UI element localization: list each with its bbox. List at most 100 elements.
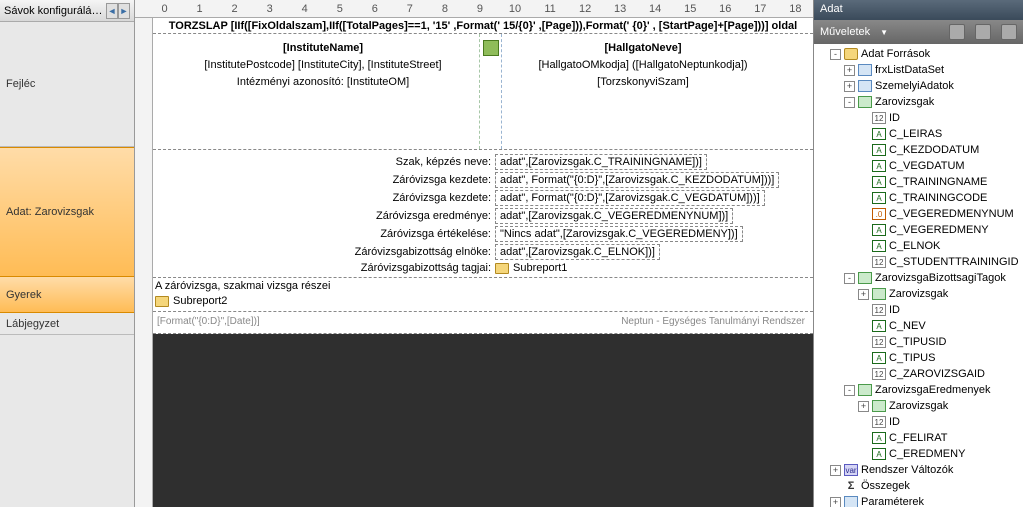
operations-menu[interactable]: Műveletek [820,26,870,38]
tree-node[interactable]: + Zarovizsgak [816,286,1021,302]
expand-icon[interactable]: + [830,465,841,476]
institute-om-field[interactable]: Intézményi azonosító: [InstituteOM] [163,74,483,91]
tree-node-label: C_TIPUSID [889,336,946,348]
tree-node[interactable]: •12ID [816,302,1021,318]
collapse-icon[interactable]: - [844,273,855,284]
toolbar-action-icon[interactable] [1001,24,1017,40]
student-block[interactable]: [HallgatoNeve] [HallgatoOMkodja] ([Hallg… [483,40,803,91]
ruler-tick: 11 [533,3,568,15]
tree-node[interactable]: •12ID [816,414,1021,430]
ruler-tick: 7 [392,3,427,15]
tree-node[interactable]: -Zarovizsgak [816,94,1021,110]
toolbar-action-icon[interactable] [975,24,991,40]
tree-node[interactable]: +varRendszer Változók [816,462,1021,478]
str-icon: A [872,240,886,252]
tree-node[interactable]: •AC_TRAININGNAME [816,174,1021,190]
tree-node[interactable]: -Adat Források [816,46,1021,62]
band-data[interactable]: Adat: Zarovizsgak [0,147,134,277]
ruler-tick: 16 [708,3,743,15]
tree-node[interactable]: •AC_VEGDATUM [816,158,1021,174]
tree-bullet-icon: • [858,449,869,460]
collapse-icon[interactable]: - [844,385,855,396]
footer-system-field[interactable]: Neptun - Egységes Tanulmányi Rendszer [621,316,805,327]
expand-icon[interactable]: + [858,401,869,412]
institute-name-field[interactable]: [InstituteName] [163,40,483,57]
expand-icon[interactable]: + [844,65,855,76]
tree-node[interactable]: •AC_ELNOK [816,238,1021,254]
expand-icon[interactable]: + [830,497,841,507]
tree-node[interactable]: •12C_STUDENTTRAININGID [816,254,1021,270]
data-field-row[interactable]: Záróvizsga kezdete: adat", Format("{0:D}… [353,190,765,206]
field-expression[interactable]: adat",[Zarovizsgak.C_VEGEREDMENYNUM])] [495,208,733,224]
band-child-label: Gyerek [6,289,41,301]
tree-node[interactable]: •AC_EREDMENY [816,446,1021,462]
data-field-row[interactable]: Záróvizsgabizottság tagjai:Subreport1 [353,262,567,274]
data-field-row[interactable]: Záróvizsga kezdete: adat", Format("{0:D}… [353,172,779,188]
band-footer-label: Lábjegyzet [6,318,59,330]
tree-node[interactable]: •ΣÖsszegek [816,478,1021,494]
subreport2[interactable]: Subreport2 [155,295,227,307]
collapse-icon[interactable]: - [830,49,841,60]
tree-node-label: C_KEZDODATUM [889,144,979,156]
arrow-left-icon[interactable]: ◄ [106,3,118,19]
band-child[interactable]: Gyerek [0,277,134,313]
data-field-row[interactable]: Záróvizsga értékelése:"Nincs adat",[Zaro… [353,226,743,242]
arrow-right-icon[interactable]: ► [118,3,130,19]
band-header[interactable]: Fejléc [0,22,134,147]
data-tree[interactable]: -Adat Források+frxListDataSet+SzemelyiAd… [814,44,1023,507]
data-field-row[interactable]: Szak, képzés neve: adat",[Zarovizsgak.C_… [353,154,707,170]
tree-node[interactable]: -ZarovizsgaEredmenyek [816,382,1021,398]
tree-node[interactable]: •12C_ZAROVIZSGAID [816,366,1021,382]
tree-node-label: Rendszer Változók [861,464,953,476]
tree-node[interactable]: +Zarovizsgak [816,398,1021,414]
toolbar-action-icon[interactable] [949,24,965,40]
field-expression[interactable]: "Nincs adat",[Zarovizsgak.C_VEGEREDMENY]… [495,226,743,242]
tree-node-label: Zarovizsgak [889,288,948,300]
data-field-row[interactable]: Záróvizsga eredménye: adat",[Zarovizsgak… [353,208,733,224]
report-page[interactable]: TORZSLAP [IIf([FixOldalszam],IIf([TotalP… [153,18,813,507]
tree-node[interactable]: •AC_NEV [816,318,1021,334]
ruler-vertical [135,18,153,507]
tree-node[interactable]: +frxListDataSet [816,62,1021,78]
tree-node[interactable]: •AC_LEIRAS [816,126,1021,142]
tree-node[interactable]: •12C_TIPUSID [816,334,1021,350]
student-regnum-field[interactable]: [TorzskonyviSzam] [483,74,803,91]
tree-node[interactable]: •12ID [816,110,1021,126]
collapse-icon[interactable]: - [844,97,855,108]
tree-bullet-icon: • [858,113,869,124]
footer-date-field[interactable]: [Format("{0:D}",[Date])] [157,316,260,327]
institute-address-field[interactable]: [InstitutePostcode] [InstituteCity], [In… [163,57,483,74]
tree-node[interactable]: +Paraméterek [816,494,1021,507]
tree-node[interactable]: •AC_FELIRAT [816,430,1021,446]
torzslap-field[interactable]: TORZSLAP [IIf([FixOldalszam],IIf([TotalP… [153,18,813,32]
institute-block[interactable]: [InstituteName] [InstitutePostcode] [Ins… [163,40,483,91]
expand-icon[interactable]: + [844,81,855,92]
ds-icon [858,96,872,108]
student-name-field[interactable]: [HallgatoNeve] [483,40,803,57]
field-expression[interactable]: adat", Format("{0:D}",[Zarovizsgak.C_KEZ… [495,172,779,188]
expand-icon[interactable]: + [858,289,869,300]
sum-icon: Σ [844,480,858,492]
data-field-row[interactable]: Záróvizsgabizottság elnöke: adat",[Zarov… [353,244,660,260]
tree-bullet-icon: • [858,209,869,220]
child-band-title-field[interactable]: A záróvizsga, szakmai vizsga részei [155,280,330,292]
tree-node[interactable]: •AC_TRAININGCODE [816,190,1021,206]
field-expression[interactable]: adat",[Zarovizsgak.C_TRAININGNAME])] [495,154,707,170]
tree-node[interactable]: +SzemelyiAdatok [816,78,1021,94]
band-footer[interactable]: Lábjegyzet [0,313,134,335]
field-expression[interactable]: adat",[Zarovizsgak.C_ELNOK])] [495,244,660,260]
student-codes-field[interactable]: [HallgatoOMkodja] ([HallgatoNeptunkodja]… [483,57,803,74]
field-expression[interactable]: adat", Format("{0:D}",[Zarovizsgak.C_VEG… [495,190,765,206]
tree-bullet-icon: • [858,257,869,268]
tree-node[interactable]: •AC_KEZDODATUM [816,142,1021,158]
str-icon: A [872,176,886,188]
id-icon: 12 [872,416,886,428]
str-icon: A [872,128,886,140]
subreport1[interactable]: Subreport1 [495,262,567,274]
tree-node[interactable]: •AC_VEGEREDMENY [816,222,1021,238]
tree-node[interactable]: •.0C_VEGEREDMENYNUM [816,206,1021,222]
tree-node[interactable]: •AC_TIPUS [816,350,1021,366]
band-config-title[interactable]: Sávok konfigurálása... [4,5,106,17]
ruler-tick: 17 [743,3,778,15]
tree-node[interactable]: -ZarovizsgaBizottsagiTagok [816,270,1021,286]
